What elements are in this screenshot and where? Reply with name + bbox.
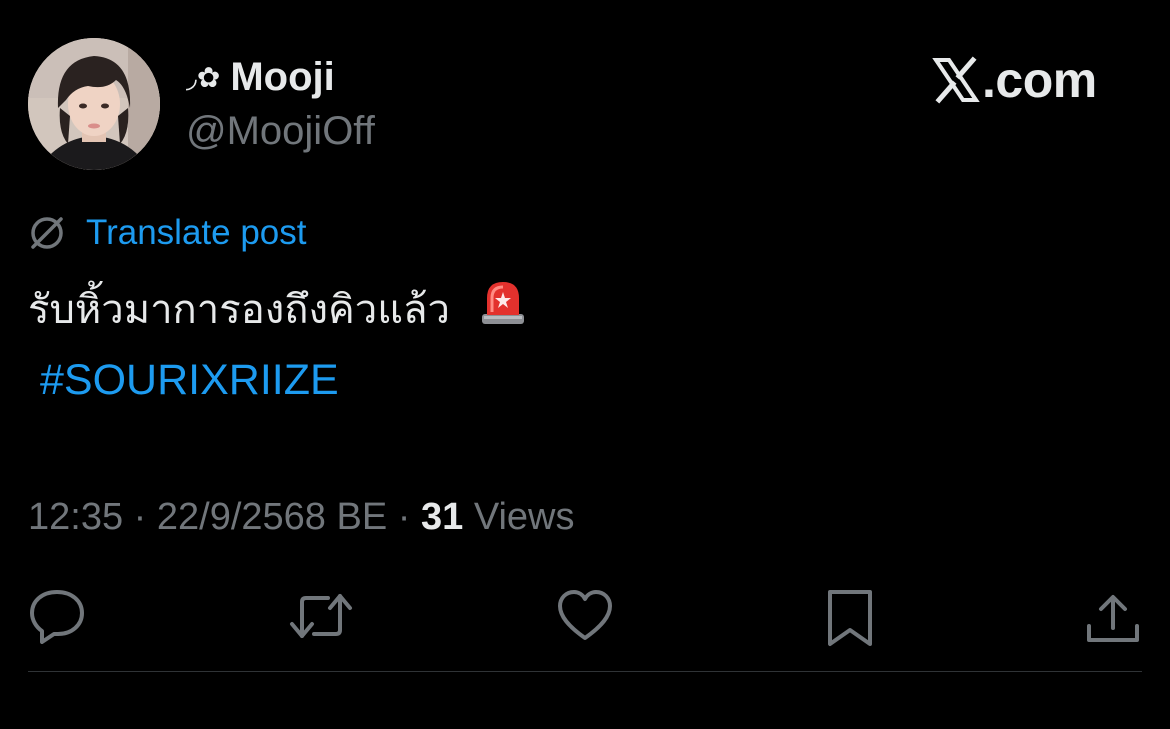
brand-suffix: .com	[982, 52, 1097, 108]
brand-logo: .com	[932, 52, 1097, 108]
avatar[interactable]	[28, 38, 160, 170]
x-logo-icon	[932, 56, 980, 104]
divider	[28, 671, 1142, 672]
post-body: รับหิ้วมาการองถึงคิวแล้ว	[28, 287, 450, 332]
display-name-decoration: ◞✿	[186, 62, 221, 93]
repost-button[interactable]	[288, 588, 354, 649]
heart-icon	[558, 590, 612, 640]
post-time[interactable]: 12:35	[28, 496, 123, 538]
views-count: 31	[420, 496, 464, 538]
share-button[interactable]	[1086, 592, 1142, 649]
bookmark-icon	[828, 590, 872, 646]
display-name-text: Mooji	[230, 55, 335, 99]
like-button[interactable]	[556, 588, 614, 649]
post-date[interactable]: 22/9/2568 BE	[157, 496, 387, 538]
meta-separator: ·	[133, 496, 147, 538]
avatar-image	[28, 38, 160, 170]
repost-icon	[290, 594, 352, 638]
rotating-light-icon	[480, 276, 526, 343]
globe-icon	[31, 217, 63, 249]
bookmark-button[interactable]	[826, 588, 874, 653]
reply-icon	[30, 590, 84, 644]
views-label: Views	[473, 496, 575, 538]
author-handle[interactable]: @MoojiOff	[186, 106, 375, 156]
translate-post-link[interactable]: Translate post	[86, 210, 306, 256]
post-hashtag[interactable]: #SOURIXRIIZE	[40, 352, 339, 408]
post-text: รับหิ้วมาการองถึงคิวแล้ว	[28, 276, 526, 343]
translate-post[interactable]: Translate post	[28, 210, 306, 256]
author-display-name[interactable]: ◞✿ Mooji	[186, 52, 335, 103]
meta-separator: ·	[397, 496, 411, 538]
share-icon	[1087, 595, 1139, 642]
reply-button[interactable]	[28, 588, 86, 649]
post-meta: 12:35 · 22/9/2568 BE · 31 Views	[28, 492, 575, 542]
